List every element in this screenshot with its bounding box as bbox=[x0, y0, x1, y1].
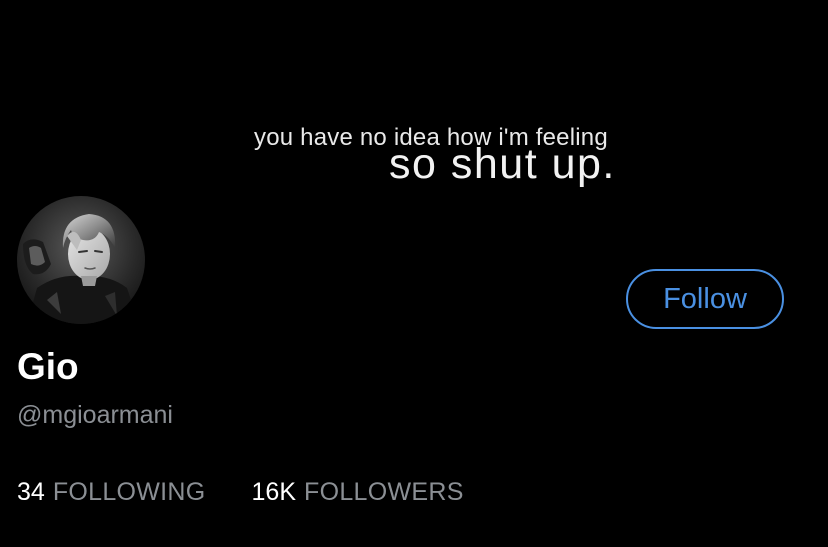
followers-count: 16K bbox=[251, 478, 297, 506]
profile-page: you have no idea how i'm feeling so shut… bbox=[0, 0, 828, 547]
avatar-photo bbox=[17, 196, 145, 324]
profile-handle: @mgioarmani bbox=[17, 401, 173, 429]
profile-stats: 34 FOLLOWING 16K FOLLOWERS bbox=[17, 478, 464, 507]
following-label: FOLLOWING bbox=[52, 478, 206, 506]
following-stat[interactable]: 34 FOLLOWING bbox=[17, 478, 206, 507]
profile-display-name: Gio bbox=[17, 346, 79, 387]
following-count: 34 bbox=[17, 478, 45, 506]
followers-label: FOLLOWERS bbox=[304, 478, 464, 506]
followers-stat[interactable]: 16K FOLLOWERS bbox=[252, 478, 464, 507]
banner-text-line2: so shut up. bbox=[389, 140, 616, 188]
follow-button[interactable]: Follow bbox=[626, 269, 784, 329]
avatar[interactable] bbox=[14, 193, 148, 327]
